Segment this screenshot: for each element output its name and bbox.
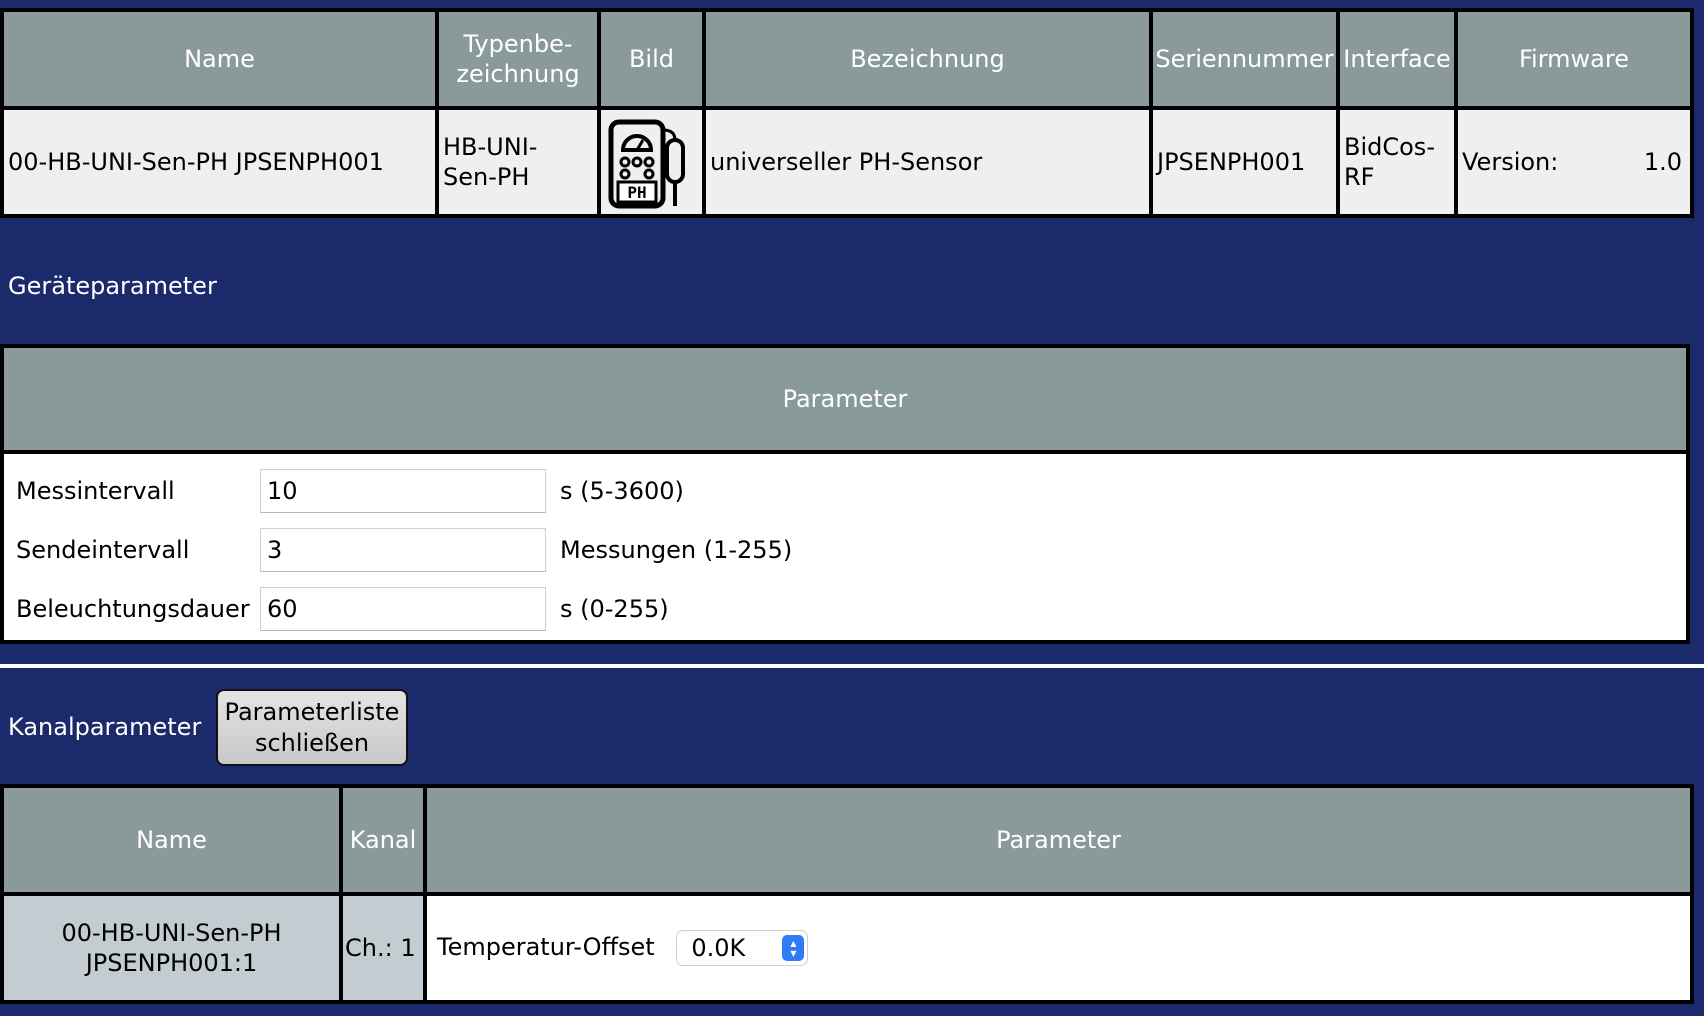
temperatur-offset-value: 0.0K (691, 934, 746, 962)
channel-name: 00-HB-UNI-Sen-PH JPSENPH001:1 (0, 892, 343, 1004)
close-parameter-list-button[interactable]: Parameterliste schließen (216, 689, 408, 766)
messintervall-input[interactable] (260, 469, 546, 513)
param-label: Messintervall (16, 477, 175, 505)
section-divider (0, 664, 1704, 668)
device-image-cell: PH (597, 106, 706, 218)
header-name: Name (0, 8, 439, 110)
device-interface: BidCos- RF (1336, 106, 1458, 218)
param-unit: s (0-255) (560, 595, 669, 623)
temperatur-offset-select[interactable]: 0.0K ▴ ▾ (676, 930, 809, 966)
param-label: Sendeintervall (16, 536, 190, 564)
temperatur-offset-label: Temperatur-Offset (437, 933, 655, 961)
channel-header-parameter: Parameter (423, 784, 1694, 896)
param-row-sendeintervall: Sendeintervall Messungen (1-255) (16, 527, 792, 573)
device-firmware-cell: Version: 1.0 (1454, 106, 1694, 218)
firmware-label: Version: (1462, 148, 1559, 176)
channel-row: 00-HB-UNI-Sen-PH JPSENPH001:1 Ch.: 1 Tem… (0, 892, 1694, 1004)
channel-header-kanal: Kanal (339, 784, 427, 896)
device-params-header: Parameter (4, 348, 1686, 454)
channel-header-name: Name (0, 784, 343, 896)
updown-chevron-icon: ▴ ▾ (782, 935, 805, 961)
device-description: universeller PH-Sensor (702, 106, 1153, 218)
header-type: Typenbe- zeichnung (435, 8, 601, 110)
param-unit: s (5-3600) (560, 477, 684, 505)
device-row[interactable]: 00-HB-UNI-Sen-PH JPSENPH001 HB-UNI- Sen-… (0, 106, 1694, 218)
header-image: Bild (597, 8, 706, 110)
channel-table-header-row: Name Kanal Parameter (0, 784, 1694, 896)
device-image-text: PH (627, 183, 646, 202)
header-interface: Interface (1336, 8, 1458, 110)
param-label: Beleuchtungsdauer (16, 595, 250, 623)
header-firmware: Firmware (1454, 8, 1694, 110)
header-serial: Seriennummer (1149, 8, 1340, 110)
channel-param-cell: Temperatur-Offset 0.0K ▴ ▾ (423, 892, 1694, 1004)
device-params-panel: Parameter Messintervall s (5-3600) Sende… (0, 344, 1690, 644)
param-row-messintervall: Messintervall s (5-3600) (16, 468, 684, 514)
channel-number: Ch.: 1 (339, 892, 427, 1004)
ph-sensor-device-icon: PH (601, 110, 693, 214)
sendeintervall-input[interactable] (260, 528, 546, 572)
device-serial: JPSENPH001 (1149, 106, 1340, 218)
channel-table: Name Kanal Parameter 00-HB-UNI-Sen-PH JP… (0, 784, 1694, 1004)
channel-params-title: Kanalparameter (8, 713, 202, 741)
device-table: Name Typenbe- zeichnung Bild Bezeichnung… (0, 8, 1694, 218)
device-table-header-row: Name Typenbe- zeichnung Bild Bezeichnung… (0, 8, 1694, 110)
param-row-beleuchtungsdauer: Beleuchtungsdauer s (0-255) (16, 586, 669, 632)
param-unit: Messungen (1-255) (560, 536, 793, 564)
header-description: Bezeichnung (702, 8, 1153, 110)
firmware-value: 1.0 (1643, 148, 1682, 176)
device-params-title: Geräteparameter (8, 272, 217, 300)
device-name: 00-HB-UNI-Sen-PH JPSENPH001 (0, 106, 439, 218)
device-type: HB-UNI- Sen-PH (435, 106, 601, 218)
beleuchtungsdauer-input[interactable] (260, 587, 546, 631)
